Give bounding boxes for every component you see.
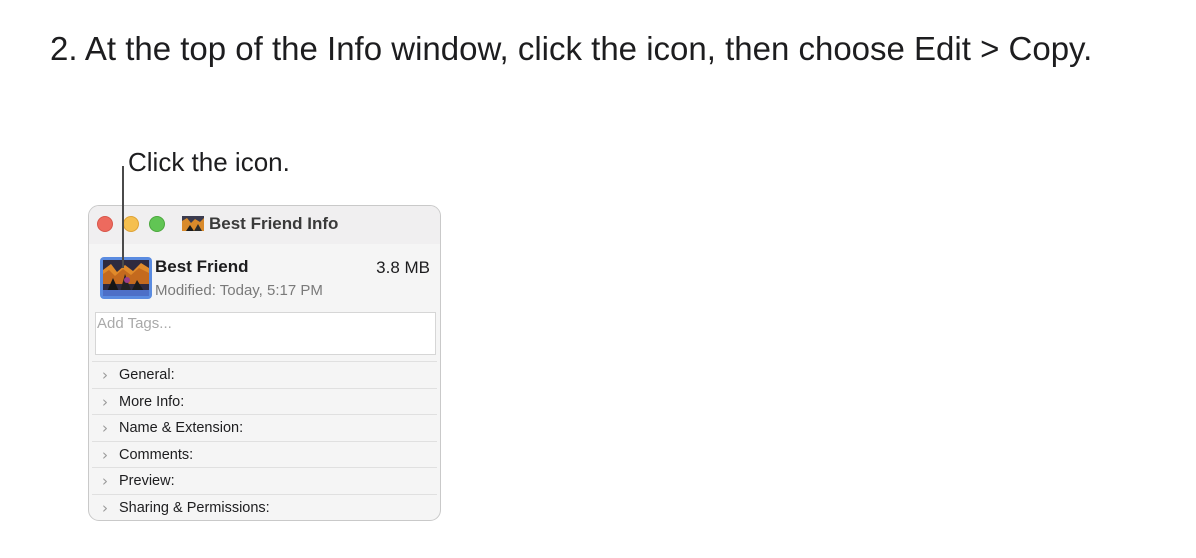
section-sharing-permissions[interactable]: › Sharing & Permissions: xyxy=(92,493,437,521)
chevron-right-icon[interactable]: › xyxy=(102,393,108,411)
info-window: Best Friend Info Best Friend 3.8 MB Modi… xyxy=(88,205,441,521)
photo-thumbnail-icon[interactable] xyxy=(100,257,152,299)
minimize-button[interactable] xyxy=(123,216,139,232)
section-more-info[interactable]: › More Info: xyxy=(92,387,437,415)
info-sections-list: › General: › More Info: › Name & Extensi… xyxy=(89,361,440,520)
file-name: Best Friend xyxy=(155,257,249,276)
section-general[interactable]: › General: xyxy=(92,361,437,388)
section-label: More Info: xyxy=(119,393,185,410)
section-preview[interactable]: › Preview: xyxy=(92,467,437,494)
section-label: Sharing & Permissions: xyxy=(119,499,270,516)
file-size: 3.8 MB xyxy=(376,258,430,277)
chevron-right-icon[interactable]: › xyxy=(102,499,108,517)
section-label: Name & Extension: xyxy=(119,420,244,436)
zoom-button[interactable] xyxy=(149,216,165,232)
callout-label: Click the icon. xyxy=(128,147,290,177)
file-modified-date: Modified: Today, 5:17 PM xyxy=(155,282,323,299)
chevron-right-icon[interactable]: › xyxy=(102,472,108,490)
chevron-right-icon[interactable]: › xyxy=(102,446,108,464)
chevron-right-icon[interactable]: › xyxy=(102,366,108,384)
chevron-right-icon[interactable]: › xyxy=(102,419,108,437)
callout-line xyxy=(122,166,124,268)
section-label: General: xyxy=(119,367,175,383)
instruction-step-text: 2. At the top of the Info window, click … xyxy=(50,30,1093,67)
section-name-extension[interactable]: › Name & Extension: xyxy=(92,414,437,441)
section-comments[interactable]: › Comments: xyxy=(92,440,437,468)
close-button[interactable] xyxy=(97,216,113,232)
section-label: Comments: xyxy=(119,446,194,463)
window-titlebar: Best Friend Info xyxy=(89,206,440,244)
window-title: Best Friend Info xyxy=(209,214,339,233)
tags-field-container xyxy=(95,312,436,355)
tags-input[interactable] xyxy=(96,313,436,333)
title-photo-icon[interactable] xyxy=(182,216,204,231)
section-label: Preview: xyxy=(119,473,175,489)
